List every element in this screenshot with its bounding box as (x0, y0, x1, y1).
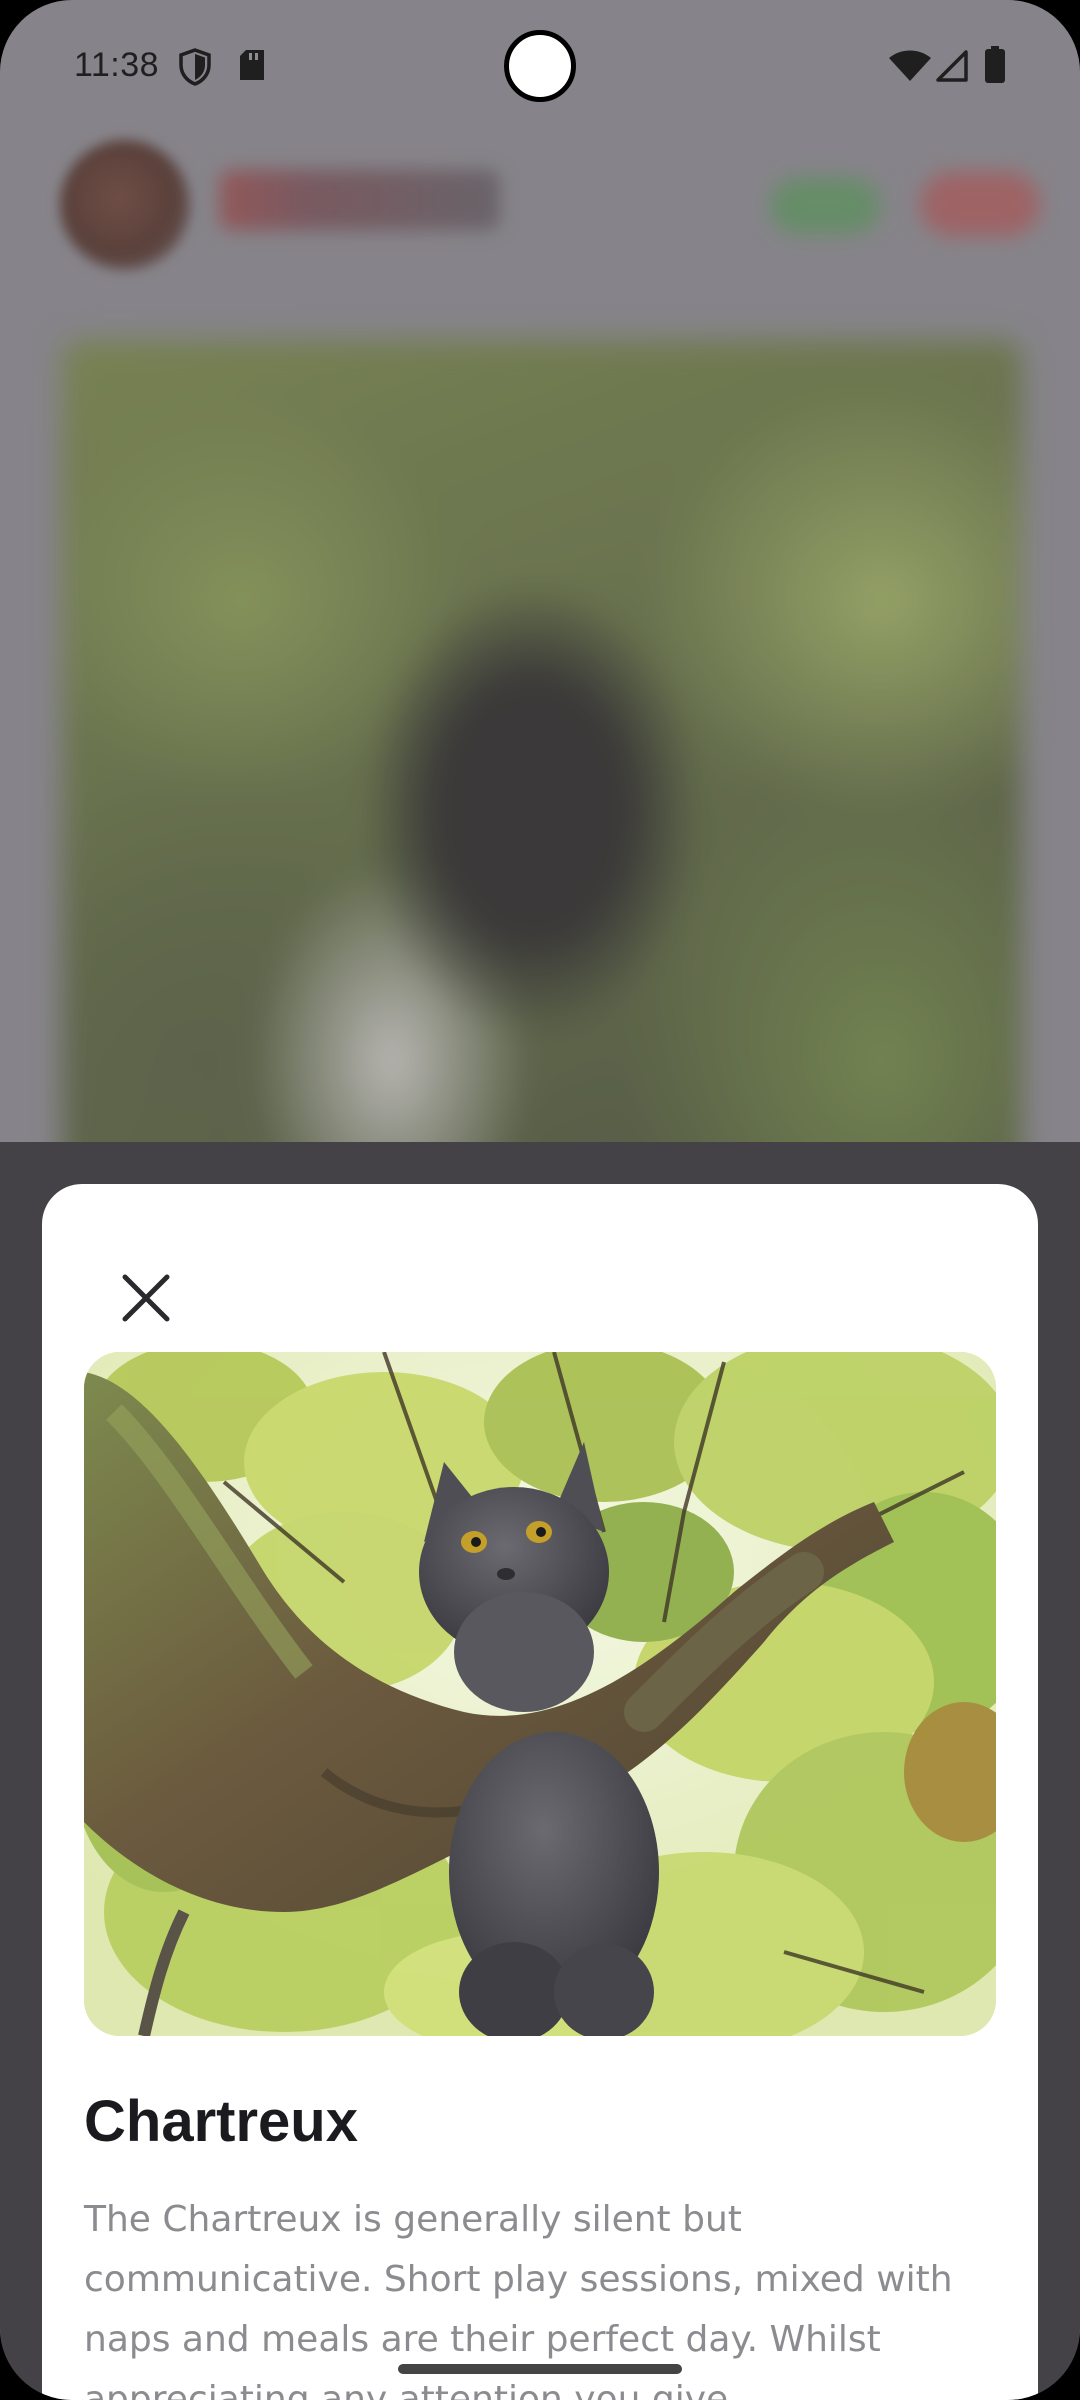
battery-icon (984, 46, 1006, 93)
wifi-icon (888, 50, 932, 91)
signal-icon (936, 50, 968, 91)
shield-icon (178, 48, 212, 95)
background-dim (0, 0, 1080, 1142)
status-time: 11:38 (74, 46, 160, 84)
camera-cutout (504, 30, 576, 102)
status-bar: 11:38 (0, 0, 1080, 132)
phone-screen: 11:38 Chartreux The Chartreux is general… (0, 0, 1080, 2400)
sd-card-icon (238, 48, 266, 91)
close-button[interactable] (96, 1250, 196, 1350)
cat-photo (84, 1352, 996, 2036)
breed-name: Chartreux (84, 2089, 358, 2154)
home-indicator[interactable] (398, 2364, 682, 2374)
close-icon (121, 1273, 171, 1328)
background-app (0, 0, 1080, 1220)
